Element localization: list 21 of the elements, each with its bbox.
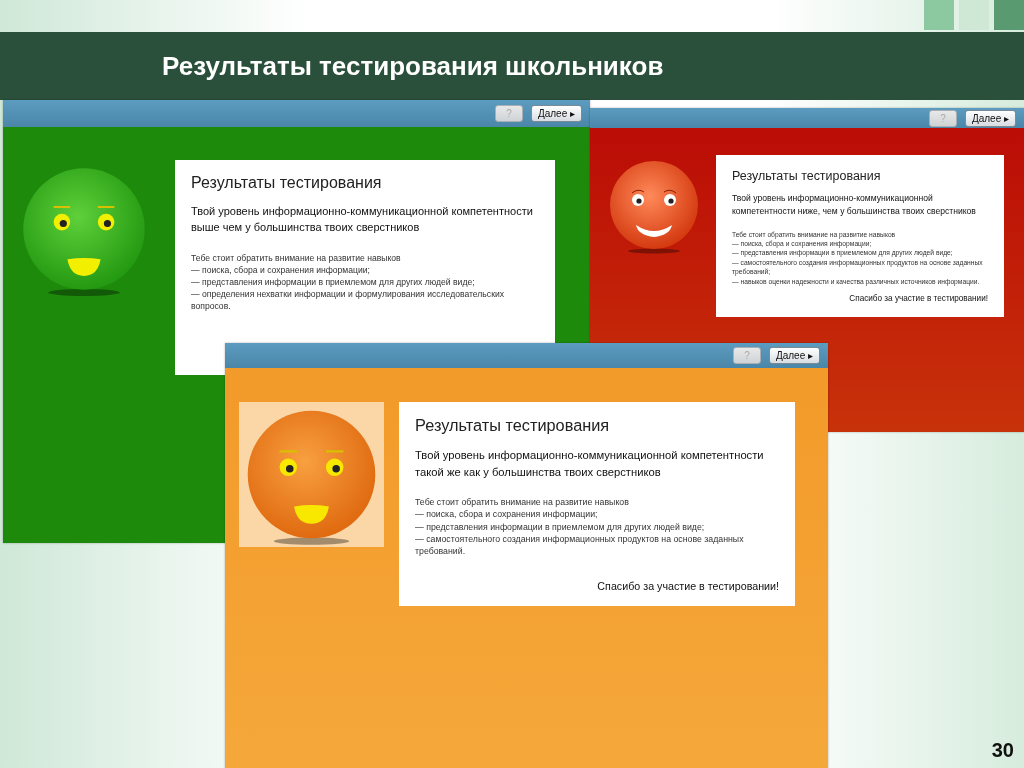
advice-item: — поиска, сбора и сохранения информации; bbox=[191, 263, 371, 276]
thanks-text: Спасибо за участие в тестировании! bbox=[848, 294, 988, 303]
verdict-text: Твой уровень информационно-коммуникационной компетентности ниже, чем у большинства твоих сверстников bbox=[732, 192, 977, 218]
advice-item: — самостоятельного создания информационных продуктов на основе заданных требований. bbox=[415, 532, 745, 558]
advice-item: — поиска, сбора и сохранения информации; bbox=[415, 508, 599, 521]
verdict-text: Твой уровень информационно-коммуникационной компетентности выше чем у большинства твоих сверстников bbox=[191, 204, 534, 235]
next-button[interactable]: Далее ▸ bbox=[530, 105, 582, 122]
page-number: 30 bbox=[991, 739, 1014, 762]
advice-item: — определения нехватки информации и формулирования исследовательских вопросов. bbox=[191, 287, 505, 313]
advice-intro: Тебе стоит обратить внимание на развитие навыков bbox=[191, 251, 402, 264]
verdict-text: Твой уровень информационно-коммуникационной компетентности такой же как у большинства твоих сверстников bbox=[415, 448, 765, 480]
slide-title: Результаты тестирования школьников bbox=[162, 50, 664, 82]
results-heading: Результаты тестирования bbox=[732, 169, 882, 183]
results-heading: Результаты тестирования bbox=[415, 416, 611, 435]
advice-item: — представления информации в приемлемом для других людей виде; bbox=[415, 520, 706, 533]
next-button[interactable]: Далее ▸ bbox=[964, 109, 1016, 127]
results-heading: Результаты тестирования bbox=[191, 174, 383, 192]
advice-item: — представления информации в приемлемом для других людей виде; bbox=[191, 275, 476, 288]
advice-intro: Тебе стоит обратить внимание на развитие навыков bbox=[415, 496, 630, 509]
thanks-text: Спасибо за участие в тестировании! bbox=[596, 580, 779, 592]
next-button[interactable]: Далее ▸ bbox=[768, 347, 820, 364]
